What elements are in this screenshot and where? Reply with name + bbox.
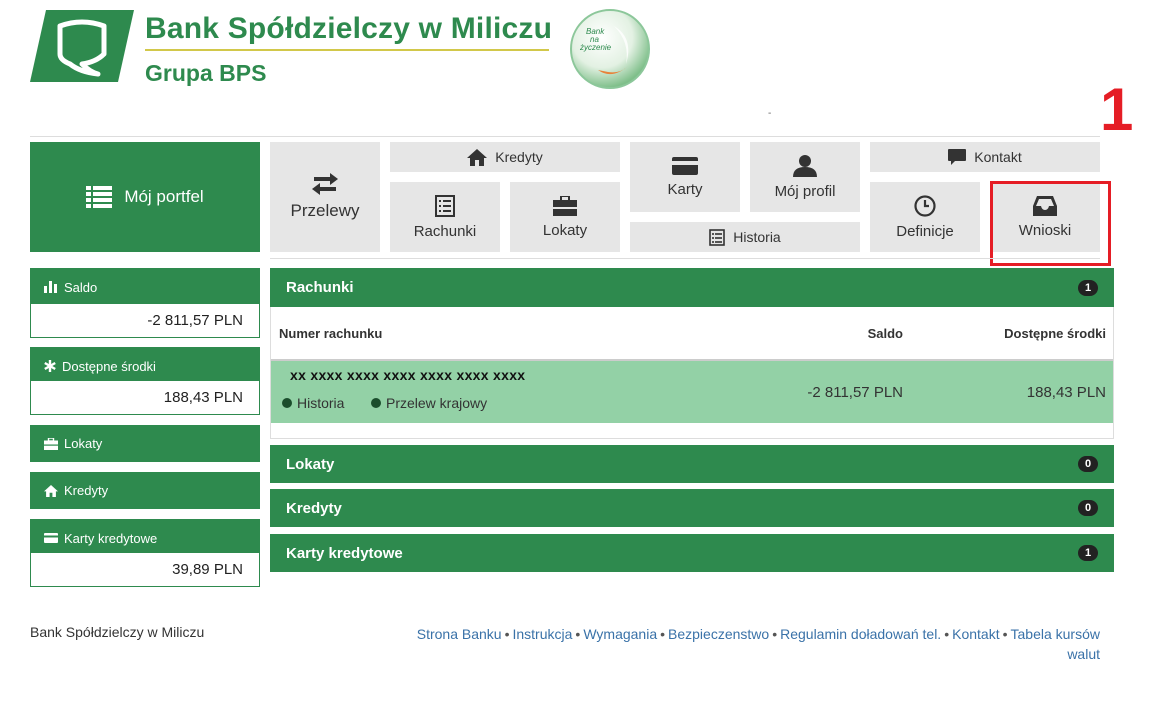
bullet-icon — [371, 398, 381, 408]
sidebar-karty-label: Karty kredytowe — [64, 530, 158, 546]
sidebar-lokaty-label: Lokaty — [64, 436, 103, 451]
nav-divider — [270, 258, 1100, 259]
nav-tile-kredyty[interactable]: Kredyty — [390, 142, 620, 172]
logo-divider — [145, 49, 549, 51]
nav-tile-kontakt-label: Kontakt — [974, 149, 1022, 165]
sidebar-dostepne-value: 188,43 PLN — [30, 381, 260, 415]
footer-link-strona-banku[interactable]: Strona Banku — [417, 626, 502, 642]
footer-bank-name: Bank Spółdzielczy w Miliczu — [30, 624, 205, 640]
footer-link-regulamin[interactable]: Regulamin doładowań tel. — [780, 626, 941, 642]
nav-tile-kredyty-label: Kredyty — [495, 149, 543, 165]
account-link-historia[interactable]: Historia — [282, 395, 344, 411]
nav-tile-rachunki-label: Rachunki — [413, 222, 477, 240]
nav-tile-kontakt[interactable]: Kontakt — [870, 142, 1100, 172]
nav-tile-portfolio[interactable]: Mój portfel — [30, 142, 260, 252]
nav-tile-lokaty[interactable]: Lokaty — [510, 182, 620, 252]
home-icon — [467, 148, 488, 166]
transfer-arrows-icon — [312, 173, 338, 195]
panel-kredyty[interactable]: Kredyty 0 — [270, 489, 1114, 527]
account-link-przelew-label: Przelew krajowy — [386, 395, 488, 411]
footer-link-instrukcja[interactable]: Instrukcja — [512, 626, 572, 642]
account-link-przelew-krajowy[interactable]: Przelew krajowy — [371, 395, 487, 411]
clock-icon — [914, 194, 936, 217]
footer-link-tabela-kursow[interactable]: Tabela kursów walut — [1011, 626, 1101, 662]
sidebar-karty-value: 39,89 PLN — [30, 553, 260, 587]
sidebar-lokaty[interactable]: Lokaty — [30, 425, 260, 462]
account-link-historia-label: Historia — [297, 395, 345, 411]
nav-tile-przelewy[interactable]: Przelewy — [270, 142, 380, 252]
footer-separator: • — [1002, 626, 1008, 642]
bar-chart-icon — [44, 281, 58, 293]
nav-tile-definicje[interactable]: Definicje — [870, 182, 980, 252]
nav-tile-karty-label: Karty — [667, 180, 703, 198]
sidebar-kredyty[interactable]: Kredyty — [30, 472, 260, 509]
footer-separator: • — [660, 626, 666, 642]
sidebar-dostepne-label: Dostępne środki — [62, 358, 156, 374]
panel-kredyty-title: Kredyty — [286, 499, 342, 517]
nav-tile-rachunki[interactable]: Rachunki — [390, 182, 500, 252]
panel-rachunki-title: Rachunki — [286, 279, 354, 296]
panel-lokaty-count: 0 — [1078, 456, 1098, 472]
nav-tile-lokaty-label: Lokaty — [542, 221, 588, 239]
sidebar-saldo-value: -2 811,57 PLN — [30, 304, 260, 338]
footer-separator: • — [944, 626, 950, 642]
panel-karty-title: Karty kredytowe — [286, 544, 403, 562]
user-icon — [793, 154, 817, 177]
panel-kredyty-count: 0 — [1078, 500, 1098, 516]
column-header-dostepne: Dostępne środki — [1004, 326, 1106, 341]
briefcase-icon — [44, 437, 58, 450]
footer-links: Strona Banku • Instrukcja • Wymagania • Bezpie… — [405, 624, 1100, 664]
account-dostepne: 188,43 PLN — [1026, 384, 1106, 401]
panel-lokaty[interactable]: Lokaty 0 — [270, 445, 1114, 483]
panel-rachunki-count: 1 — [1078, 279, 1098, 296]
bank-logo-icon — [30, 10, 134, 82]
sidebar-kredyty-label: Kredyty — [64, 483, 109, 498]
panel-karty-kredytowe[interactable]: Karty kredytowe 1 — [270, 534, 1114, 572]
asterisk-icon — [44, 360, 56, 372]
footer-separator: • — [575, 626, 581, 642]
panel-lokaty-title: Lokaty — [286, 455, 335, 473]
sidebar-saldo[interactable]: Saldo — [30, 268, 260, 306]
nav-tile-przelewy-label: Przelewy — [290, 201, 360, 220]
history-list-icon — [709, 228, 726, 246]
nav-tile-moj-profil[interactable]: Mój profil — [750, 142, 860, 212]
badge-text-3: życzenie — [579, 43, 612, 52]
nav-tile-historia[interactable]: Historia — [630, 222, 860, 252]
annotation-number: 1 — [1100, 76, 1134, 143]
briefcase-icon — [553, 195, 577, 216]
column-header-saldo: Saldo — [867, 326, 903, 341]
footer-link-bezpieczenstwo[interactable]: Bezpieczenstwo — [668, 626, 769, 642]
nav-tile-historia-label: Historia — [733, 229, 781, 245]
bullet-icon — [282, 398, 292, 408]
credit-card-icon — [44, 533, 58, 543]
panel-rachunki[interactable]: Rachunki 1 — [270, 268, 1114, 307]
footer-separator: • — [772, 626, 778, 642]
home-icon — [44, 484, 58, 497]
nav-tile-karty[interactable]: Karty — [630, 142, 740, 212]
sidebar-dostepne-srodki[interactable]: Dostępne środki — [30, 347, 260, 385]
sidebar-saldo-label: Saldo — [64, 279, 98, 295]
nav-tile-definicje-label: Definicje — [896, 222, 954, 240]
document-list-icon — [435, 194, 455, 217]
separator-dash: - — [768, 108, 772, 119]
top-divider — [30, 136, 1100, 137]
bank-name: Bank Spółdzielczy w Miliczu — [145, 12, 553, 45]
account-number: xx xxxx xxxx xxxx xxxx xxxx xxxx — [290, 367, 526, 383]
bank-na-zyczenie-badge: Bank na życzenie — [568, 8, 652, 90]
list-icon — [86, 186, 113, 208]
highlight-box-wnioski — [990, 181, 1111, 266]
nav-tile-moj-profil-label: Mój profil — [774, 182, 836, 200]
footer-separator: • — [504, 626, 510, 642]
credit-card-icon — [672, 156, 698, 175]
footer-link-kontakt[interactable]: Kontakt — [952, 626, 999, 642]
panel-karty-count: 1 — [1078, 545, 1098, 561]
footer-link-wymagania[interactable]: Wymagania — [583, 626, 657, 642]
group-name: Grupa BPS — [145, 60, 267, 86]
nav-tile-portfolio-label: Mój portfel — [124, 187, 204, 206]
account-saldo: -2 811,57 PLN — [807, 384, 903, 401]
chat-bubble-icon — [948, 149, 967, 165]
sidebar-karty-kredytowe[interactable]: Karty kredytowe — [30, 519, 260, 557]
column-header-numer: Numer rachunku — [279, 326, 383, 341]
